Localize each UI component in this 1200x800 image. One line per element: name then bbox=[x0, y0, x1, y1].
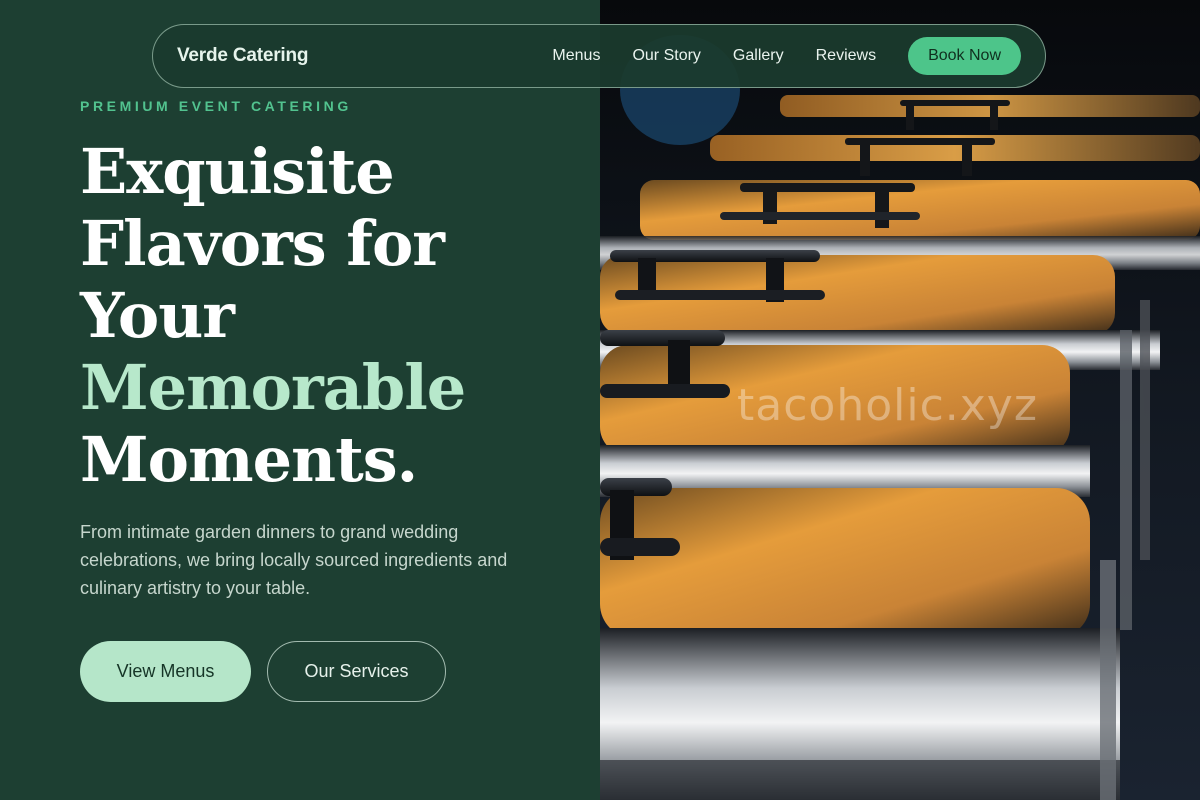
hero-description: From intimate garden dinners to grand we… bbox=[80, 522, 508, 598]
hero-eyebrow: PREMIUM EVENT CATERING bbox=[80, 98, 352, 114]
book-now-button[interactable]: Book Now bbox=[908, 37, 1021, 75]
headline-line-4-highlight: Memorable bbox=[80, 351, 466, 424]
brand-logo-text[interactable]: Verde Catering bbox=[177, 45, 309, 67]
headline-line-3: Your bbox=[80, 279, 235, 352]
nav-link-gallery[interactable]: Gallery bbox=[733, 47, 784, 65]
nav-link-menus[interactable]: Menus bbox=[552, 47, 600, 65]
headline-line-2: Flavors for bbox=[80, 207, 445, 280]
nav-link-our-story[interactable]: Our Story bbox=[632, 47, 700, 65]
top-navbar: Verde Catering Menus Our Story Gallery R… bbox=[152, 24, 1046, 88]
page: tacoholic.xyz Verde Catering Menus Our S… bbox=[0, 0, 1200, 800]
nav-links: Menus Our Story Gallery Reviews Book Now bbox=[552, 37, 1021, 75]
watermark-text: tacoholic.xyz bbox=[737, 380, 1038, 431]
nav-link-reviews[interactable]: Reviews bbox=[816, 47, 876, 65]
chafing-dish-near bbox=[600, 478, 1120, 800]
view-menus-button[interactable]: View Menus bbox=[80, 641, 251, 702]
headline-line-5: Moments. bbox=[80, 423, 418, 496]
our-services-button[interactable]: Our Services bbox=[267, 641, 446, 702]
hero-headline: Exquisite Flavors for Your Memorable Mom… bbox=[80, 135, 466, 496]
headline-line-1: Exquisite bbox=[80, 135, 395, 208]
